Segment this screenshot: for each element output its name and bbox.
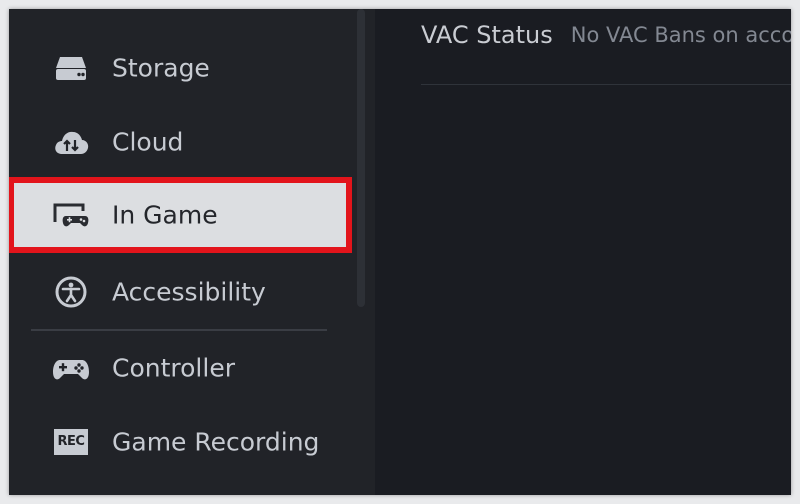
main-panel: VAC Status No VAC Bans on acco [375, 9, 791, 495]
sidebar-item-label: Controller [112, 353, 235, 383]
sidebar-item-label: In Game [112, 200, 218, 230]
sidebar-item-label: Accessibility [112, 277, 266, 307]
sidebar-item-storage[interactable]: Storage [11, 33, 349, 103]
main-divider [421, 84, 791, 85]
sidebar-scrollbar[interactable] [357, 9, 365, 307]
sidebar-item-controller[interactable]: Controller [11, 333, 349, 403]
sidebar-item-in-game[interactable]: In Game [9, 177, 352, 253]
sidebar: Storage Cloud In Game Accessibility Cont… [9, 9, 375, 495]
sidebar-item-label: Game Recording [112, 427, 320, 457]
window: Storage Cloud In Game Accessibility Cont… [9, 9, 791, 495]
controller-icon [51, 348, 91, 388]
sidebar-divider [31, 329, 327, 331]
vac-status-title: VAC Status [421, 21, 553, 49]
sidebar-item-cloud[interactable]: Cloud [11, 107, 349, 177]
sidebar-item-label: Storage [112, 53, 210, 83]
accessibility-icon [51, 272, 91, 312]
vac-status-row: VAC Status No VAC Bans on acco [421, 13, 791, 57]
sidebar-item-label: Cloud [112, 127, 184, 157]
sidebar-item-game-recording[interactable]: REC Game Recording [11, 407, 349, 477]
rec-icon-text: REC [54, 429, 88, 455]
cloud-icon [51, 122, 91, 162]
rec-icon: REC [51, 422, 91, 462]
storage-icon [51, 48, 91, 88]
vac-status-value: No VAC Bans on acco [570, 23, 791, 47]
sidebar-item-accessibility[interactable]: Accessibility [11, 257, 349, 327]
in-game-icon [51, 195, 91, 235]
